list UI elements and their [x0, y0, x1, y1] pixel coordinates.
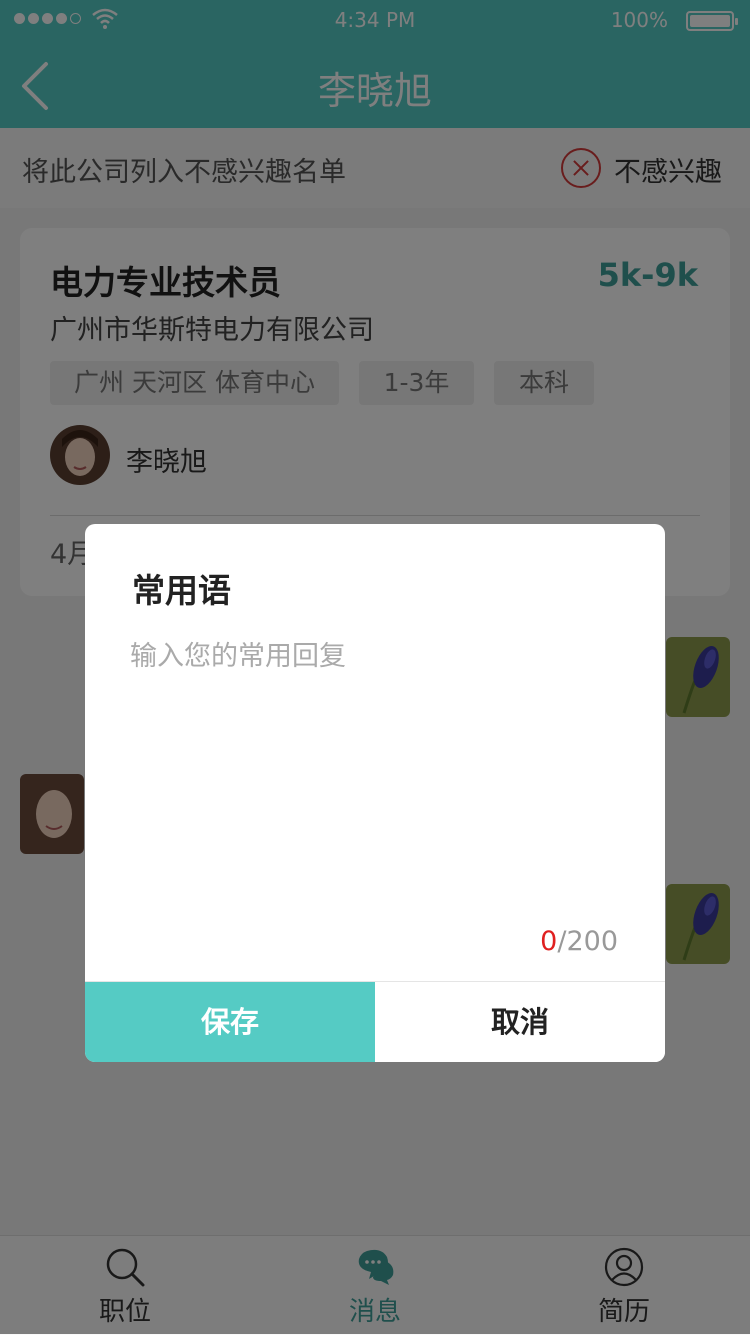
char-counter: 0/200 — [540, 926, 618, 957]
phrase-input[interactable] — [130, 634, 620, 914]
char-count-current: 0 — [540, 926, 558, 957]
save-button[interactable]: 保存 — [85, 982, 375, 1062]
char-count-max: /200 — [557, 926, 618, 957]
dialog-title: 常用语 — [132, 571, 231, 610]
cancel-button[interactable]: 取消 — [375, 982, 665, 1062]
